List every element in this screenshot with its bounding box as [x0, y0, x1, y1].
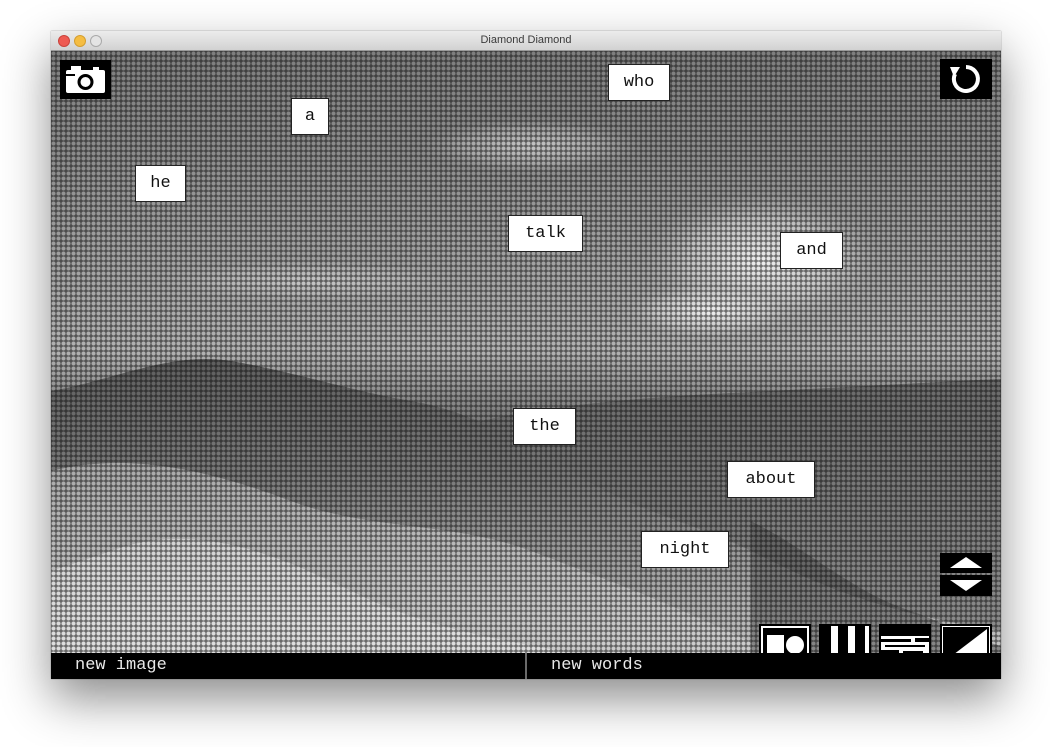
word-tile[interactable]: about — [727, 461, 815, 498]
camera-button[interactable] — [60, 60, 111, 99]
diagonal-filter-icon — [942, 626, 990, 653]
refresh-icon — [950, 65, 980, 93]
word-tile[interactable]: the — [513, 408, 576, 445]
word-tile[interactable]: he — [135, 165, 186, 202]
word-tile[interactable]: a — [291, 98, 329, 135]
bottom-bar: new image new words — [51, 653, 1001, 679]
arrow-up-icon — [950, 557, 982, 568]
stripes-filter-icon — [821, 626, 869, 653]
dots-filter-icon — [761, 626, 809, 653]
title-bar: Diamond Diamond — [51, 31, 1001, 51]
stripes-filter-button[interactable] — [819, 624, 871, 653]
size-down-button[interactable] — [940, 575, 992, 596]
new-words-button[interactable]: new words — [527, 653, 1001, 679]
word-tile[interactable]: who — [608, 64, 670, 101]
window-title: Diamond Diamond — [480, 34, 572, 46]
word-tile[interactable]: talk — [508, 215, 583, 252]
photo-canvas: who a he talk and the about night — [51, 51, 1001, 653]
dots-filter-button[interactable] — [759, 624, 811, 653]
noise-filter-icon — [881, 626, 929, 653]
size-up-button[interactable] — [940, 553, 992, 573]
landscape-image — [51, 118, 1001, 653]
app-window: Diamond Diamond who a he talk and the ab… — [51, 31, 1001, 679]
word-tile[interactable]: night — [641, 531, 729, 568]
arrow-down-icon — [950, 580, 982, 591]
new-image-button[interactable]: new image — [51, 653, 525, 679]
word-tile[interactable]: and — [780, 232, 843, 269]
diagonal-filter-button[interactable] — [940, 624, 992, 653]
reset-button[interactable] — [940, 59, 992, 99]
noise-filter-button[interactable] — [879, 624, 931, 653]
camera-icon — [66, 66, 105, 93]
